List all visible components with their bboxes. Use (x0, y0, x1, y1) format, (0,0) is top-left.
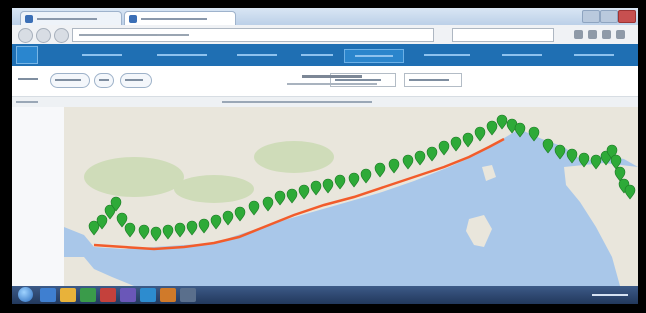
explorer-taskbar-icon[interactable] (60, 288, 76, 302)
control-button-label (125, 79, 143, 81)
star-icon[interactable] (588, 30, 597, 39)
nav-item[interactable] (72, 49, 132, 61)
control-button-label (55, 79, 81, 81)
nav-item[interactable] (564, 49, 624, 61)
app-logo[interactable] (16, 46, 38, 64)
minimize-button[interactable] (582, 10, 600, 23)
address-text (79, 34, 189, 36)
nav-item-label (82, 54, 122, 56)
map-relief (174, 175, 254, 203)
nav-item-label (502, 54, 542, 56)
app-taskbar-icon[interactable] (140, 288, 156, 302)
map-control-bar (12, 66, 638, 96)
control-button[interactable] (120, 73, 152, 88)
app-taskbar-icon[interactable] (180, 288, 196, 302)
browser-titlebar (12, 8, 638, 26)
browser-tab[interactable] (20, 11, 122, 26)
map-relief (254, 141, 334, 173)
start-button[interactable] (18, 287, 33, 302)
nav-item[interactable] (147, 49, 217, 61)
nav-item[interactable] (292, 49, 342, 61)
windows-taskbar (12, 286, 638, 304)
map-sidebar (12, 107, 65, 286)
close-button[interactable] (618, 10, 636, 23)
browser-tab-active[interactable] (124, 11, 236, 26)
browser-search-input[interactable] (452, 28, 554, 42)
system-tray[interactable] (540, 288, 634, 302)
maximize-button[interactable] (600, 10, 618, 23)
back-button[interactable] (18, 28, 33, 43)
app-taskbar-icon[interactable] (100, 288, 116, 302)
settings-icon[interactable] (616, 30, 625, 39)
app-taskbar-icon[interactable] (80, 288, 96, 302)
nav-item-label (301, 54, 333, 56)
address-bar[interactable] (72, 28, 434, 42)
tab-favicon-icon (129, 15, 137, 23)
nav-item-label (237, 54, 277, 56)
home-icon[interactable] (574, 30, 583, 39)
nav-item[interactable] (492, 49, 552, 61)
nav-item-label (355, 55, 393, 57)
forward-button[interactable] (36, 28, 51, 43)
control-button[interactable] (94, 73, 114, 88)
select-value (335, 79, 381, 81)
desktop-screen (12, 8, 638, 304)
taskbar-clock (592, 294, 628, 296)
browser-toolbar (12, 25, 638, 45)
nav-item[interactable] (227, 49, 287, 61)
app-navigation-bar (12, 44, 638, 66)
date-to-select[interactable] (404, 73, 462, 87)
info-center-text (222, 101, 372, 103)
nav-item-active[interactable] (344, 49, 404, 63)
refresh-button[interactable] (54, 28, 69, 43)
tab-label (37, 18, 97, 20)
app-taskbar-icon[interactable] (120, 288, 136, 302)
app-taskbar-icon[interactable] (160, 288, 176, 302)
tab-favicon-icon (25, 15, 33, 23)
nav-item-label (157, 54, 207, 56)
nav-item-label (574, 54, 614, 56)
control-button[interactable] (50, 73, 90, 88)
map-relief (84, 157, 184, 197)
tools-icon[interactable] (602, 30, 611, 39)
view-label (18, 78, 38, 80)
tab-label (141, 18, 207, 20)
route-map[interactable] (64, 107, 638, 286)
info-left-text (16, 101, 38, 103)
nav-item[interactable] (412, 49, 482, 61)
map-title (302, 75, 362, 78)
ie-taskbar-icon[interactable] (40, 288, 56, 302)
select-value (409, 79, 449, 81)
nav-item-label (424, 54, 470, 56)
map-subtitle (287, 83, 377, 85)
control-button-label (99, 79, 109, 81)
